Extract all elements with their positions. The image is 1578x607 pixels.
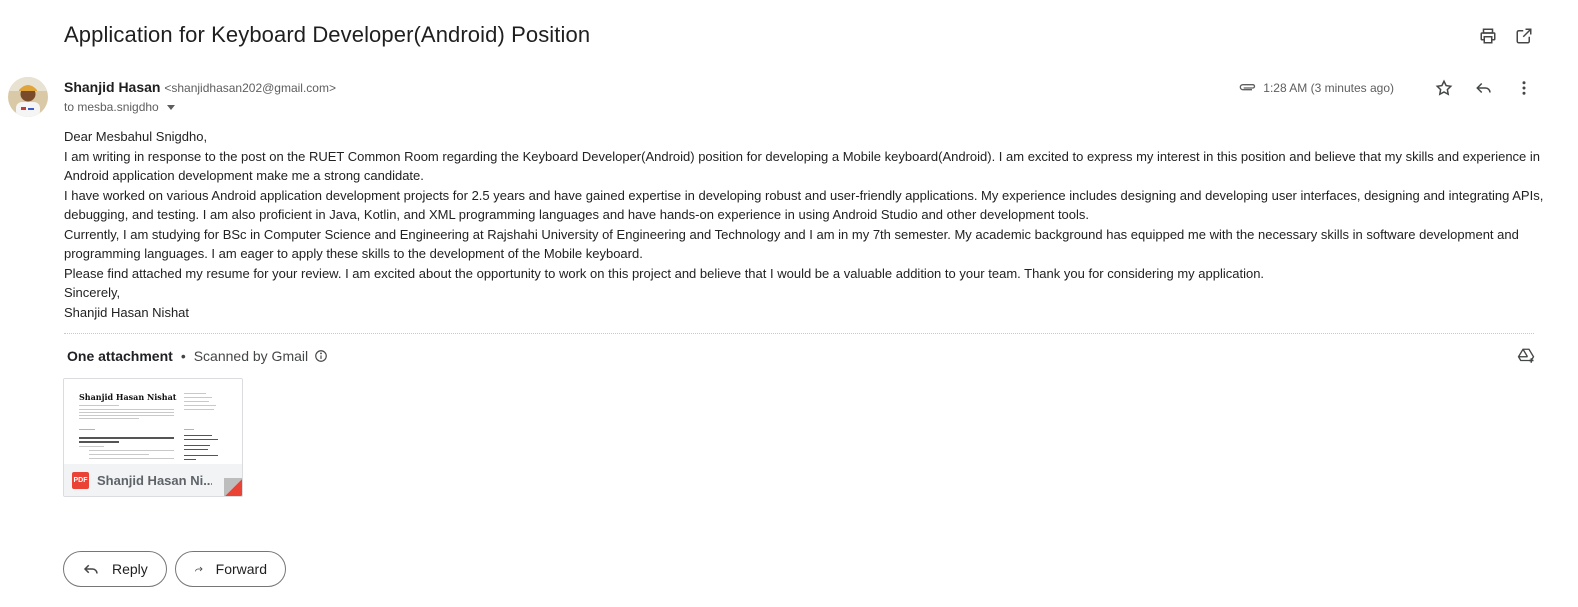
thumbnail-line xyxy=(89,450,174,451)
recipient-label: to mesba.snigdho xyxy=(64,100,159,114)
body-paragraph: Shanjid Hasan Nishat xyxy=(64,304,190,320)
paperclip-icon xyxy=(1239,84,1256,91)
body-paragraph: Dear Mesbahul Snigdho, xyxy=(64,129,208,144)
thumbnail-line xyxy=(79,412,174,413)
message-meta: 1:28 AM (3 minutes ago) xyxy=(1237,78,1534,98)
open-in-new-window-button[interactable] xyxy=(1514,26,1534,46)
reply-icon xyxy=(1476,82,1491,94)
scanned-label: Scanned by Gmail xyxy=(193,348,309,364)
thumbnail-heading: Shanjid Hasan Nishat xyxy=(79,392,177,402)
thumbnail-line xyxy=(79,405,119,406)
add-to-drive-button[interactable] xyxy=(1516,346,1536,366)
attachment-thumbnail: Shanjid Hasan Nishat xyxy=(64,379,242,464)
thumbnail-line xyxy=(184,393,206,394)
sender-info: Shanjid Hasan <shanjidhasan202@gmail.com… xyxy=(64,79,336,95)
email-subject: Application for Keyboard Developer(Andro… xyxy=(64,22,591,47)
thumbnail-line xyxy=(184,439,218,440)
recipient-details-toggle[interactable]: to mesba.snigdho xyxy=(64,100,175,114)
body-paragraph: Currently, I am studying for BSc in Comp… xyxy=(64,226,1519,262)
chevron-down-icon xyxy=(166,104,175,110)
thumbnail-line xyxy=(89,458,174,459)
attachment-header: One attachment • Scanned by Gmail xyxy=(67,348,328,364)
attachment-count: One attachment xyxy=(67,348,173,364)
forward-button[interactable]: Forward xyxy=(175,551,286,587)
thumbnail-line xyxy=(184,401,209,402)
thumbnail-line xyxy=(79,446,104,447)
forward-label: Forward xyxy=(215,561,267,577)
thumbnail-line xyxy=(184,409,214,410)
top-actions xyxy=(1478,26,1534,46)
thumbnail-line xyxy=(184,455,218,456)
reply-icon xyxy=(83,564,98,574)
attachment-card[interactable]: Shanjid Hasan Nishat PDF Shanjid Hasan N… xyxy=(63,378,243,497)
attachment-divider xyxy=(64,333,1534,334)
body-paragraph: Sincerely, xyxy=(64,285,121,300)
separator-dot: • xyxy=(180,348,186,364)
open-in-new-icon xyxy=(1516,28,1532,44)
more-vert-icon xyxy=(1522,81,1526,95)
attachment-file-name: Shanjid Hasan Ni... xyxy=(97,473,212,488)
star-icon xyxy=(1435,79,1453,96)
star-button[interactable] xyxy=(1434,78,1454,98)
sender-email: <shanjidhasan202@gmail.com> xyxy=(164,81,336,95)
message-timestamp: 1:28 AM (3 minutes ago) xyxy=(1263,81,1394,95)
thumbnail-line xyxy=(184,429,194,430)
page-fold-icon xyxy=(224,478,242,496)
thumbnail-line xyxy=(184,459,196,460)
thumbnail-line xyxy=(184,435,212,436)
reply-icon-button[interactable] xyxy=(1474,78,1494,98)
print-icon xyxy=(1480,28,1496,44)
body-paragraph: I am writing in response to the post on … xyxy=(64,148,1541,184)
info-icon[interactable] xyxy=(314,349,328,363)
thumbnail-line xyxy=(79,418,139,419)
thumbnail-line xyxy=(79,441,119,443)
thumbnail-line xyxy=(184,449,208,450)
pdf-icon: PDF xyxy=(72,472,89,489)
thumbnail-line xyxy=(184,397,212,398)
reply-button[interactable]: Reply xyxy=(63,551,167,587)
thumbnail-line xyxy=(79,415,174,416)
thumbnail-line xyxy=(79,437,174,439)
thumbnail-line xyxy=(89,454,149,455)
reply-label: Reply xyxy=(112,561,148,577)
sender-avatar[interactable] xyxy=(8,77,48,117)
thumbnail-line xyxy=(79,429,95,430)
thumbnail-line xyxy=(79,409,174,410)
thumbnail-line xyxy=(184,405,216,406)
avatar-image xyxy=(8,77,48,117)
print-button[interactable] xyxy=(1478,26,1498,46)
more-options-button[interactable] xyxy=(1514,78,1534,98)
forward-icon xyxy=(195,566,203,572)
body-paragraph: Please find attached my resume for your … xyxy=(64,265,1265,281)
sender-name[interactable]: Shanjid Hasan xyxy=(64,79,160,95)
body-paragraph: I have worked on various Android applica… xyxy=(64,187,1544,223)
add-to-drive-icon xyxy=(1517,348,1535,363)
thumbnail-line xyxy=(184,445,210,446)
email-body: Dear Mesbahul Snigdho, I am writing in r… xyxy=(64,127,1544,322)
